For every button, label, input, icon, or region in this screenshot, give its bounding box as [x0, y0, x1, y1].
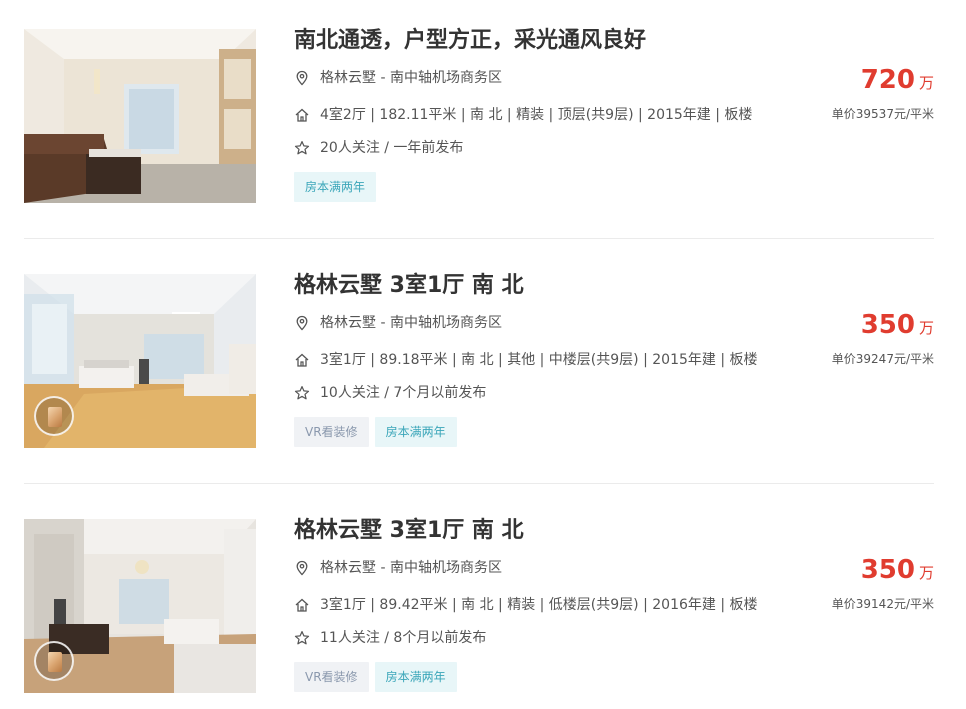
tag-vr: VR看装修 — [294, 662, 369, 692]
divider — [24, 483, 934, 484]
listing-title[interactable]: 格林云墅 3室1厅 南 北 — [294, 274, 524, 298]
star-icon — [294, 630, 310, 646]
listing-info: 南北通透，户型方正，采光通风良好 格林云墅 - 南中轴机场商务区 4室2厅 | … — [294, 29, 814, 203]
listing-address-row: 格林云墅 - 南中轴机场商务区 — [294, 69, 502, 87]
listing-tags: VR看装修 房本满两年 — [294, 417, 457, 447]
listing-price: 350 万 单价39142元/平米 — [784, 555, 934, 612]
star-icon — [294, 385, 310, 401]
listing-tags: VR看装修 房本满两年 — [294, 662, 457, 692]
listing-photo[interactable] — [24, 29, 256, 203]
listing-follow-row: 11人关注 / 8个月以前发布 — [294, 629, 486, 647]
listing-house-info: 4室2厅 | 182.11平米 | 南 北 | 精装 | 顶层(共9层) | 2… — [320, 107, 753, 123]
listing-follow-info: 11人关注 / 8个月以前发布 — [320, 630, 487, 646]
listing-address-row: 格林云墅 - 南中轴机场商务区 — [294, 559, 502, 577]
listing-address-row: 格林云墅 - 南中轴机场商务区 — [294, 314, 502, 332]
location-pin-icon — [294, 315, 310, 331]
total-price-unit: 万 — [918, 564, 934, 582]
listing-follow-info: 10人关注 / 7个月以前发布 — [320, 385, 487, 401]
total-price-value: 720 — [860, 65, 915, 95]
listing-address[interactable]: 格林云墅 - 南中轴机场商务区 — [320, 314, 502, 332]
listing-price: 350 万 单价39247元/平米 — [784, 310, 934, 367]
listing-list: 南北通透，户型方正，采光通风良好 格林云墅 - 南中轴机场商务区 4室2厅 | … — [0, 0, 966, 709]
divider — [24, 238, 934, 239]
listing-info: 格林云墅 3室1厅 南 北 格林云墅 - 南中轴机场商务区 3室1厅 | 89.… — [294, 519, 814, 693]
listing-house-row: 3室1厅 | 89.18平米 | 南 北 | 其他 | 中楼层(共9层) | 2… — [294, 351, 758, 369]
unit-price: 单价39247元/平米 — [831, 352, 934, 366]
house-icon — [294, 107, 310, 123]
living-room-photo — [24, 29, 256, 203]
tag-taxfree: 房本满两年 — [294, 172, 377, 202]
total-price-value: 350 — [860, 555, 915, 585]
house-icon — [294, 352, 310, 368]
total-price: 720 万 — [784, 65, 934, 95]
listing-house-info: 3室1厅 | 89.18平米 | 南 北 | 其他 | 中楼层(共9层) | 2… — [320, 352, 758, 368]
location-pin-icon — [294, 70, 310, 86]
total-price-unit: 万 — [918, 319, 934, 337]
listing-info: 格林云墅 3室1厅 南 北 格林云墅 - 南中轴机场商务区 3室1厅 | 89.… — [294, 274, 814, 448]
tag-taxfree: 房本满两年 — [374, 662, 457, 692]
total-price-value: 350 — [860, 310, 915, 340]
listing-card[interactable]: 格林云墅 3室1厅 南 北 格林云墅 - 南中轴机场商务区 3室1厅 | 89.… — [24, 274, 934, 448]
star-icon — [294, 140, 310, 156]
listing-title[interactable]: 格林云墅 3室1厅 南 北 — [294, 519, 524, 543]
total-price: 350 万 — [784, 310, 934, 340]
location-pin-icon — [294, 560, 310, 576]
vr-cube-icon — [34, 641, 74, 681]
listing-house-row: 4室2厅 | 182.11平米 | 南 北 | 精装 | 顶层(共9层) | 2… — [294, 106, 752, 124]
tag-vr: VR看装修 — [294, 417, 369, 447]
listing-card[interactable]: 格林云墅 3室1厅 南 北 格林云墅 - 南中轴机场商务区 3室1厅 | 89.… — [24, 519, 934, 693]
unit-price: 单价39142元/平米 — [831, 597, 934, 611]
listing-address[interactable]: 格林云墅 - 南中轴机场商务区 — [320, 69, 502, 87]
listing-tags: 房本满两年 — [294, 172, 377, 202]
total-price: 350 万 — [784, 555, 934, 585]
listing-house-info: 3室1厅 | 89.42平米 | 南 北 | 精装 | 低楼层(共9层) | 2… — [320, 597, 758, 613]
total-price-unit: 万 — [918, 74, 934, 92]
listing-follow-row: 20人关注 / 一年前发布 — [294, 139, 463, 157]
listing-follow-row: 10人关注 / 7个月以前发布 — [294, 384, 486, 402]
vr-cube-icon — [34, 396, 74, 436]
tag-taxfree: 房本满两年 — [374, 417, 457, 447]
listing-photo[interactable] — [24, 519, 256, 693]
listing-address[interactable]: 格林云墅 - 南中轴机场商务区 — [320, 559, 502, 577]
listing-card[interactable]: 南北通透，户型方正，采光通风良好 格林云墅 - 南中轴机场商务区 4室2厅 | … — [24, 29, 934, 203]
listing-follow-info: 20人关注 / 一年前发布 — [320, 140, 464, 156]
listing-price: 720 万 单价39537元/平米 — [784, 65, 934, 122]
unit-price: 单价39537元/平米 — [831, 107, 934, 121]
house-icon — [294, 597, 310, 613]
listing-photo[interactable] — [24, 274, 256, 448]
listing-house-row: 3室1厅 | 89.42平米 | 南 北 | 精装 | 低楼层(共9层) | 2… — [294, 596, 758, 614]
listing-title[interactable]: 南北通透，户型方正，采光通风良好 — [294, 29, 646, 53]
